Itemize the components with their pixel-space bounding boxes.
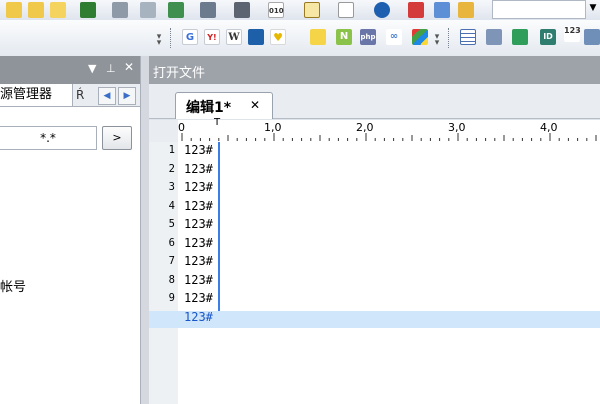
panel-header: ▼ ⊥ ✕ [0, 56, 140, 84]
ruler-label-20: 2,0 [356, 121, 374, 134]
open-folder-icon[interactable] [6, 2, 22, 18]
close-icon[interactable]: ✕ [124, 60, 134, 74]
ruler-caret-marker: T [214, 117, 221, 128]
code-line[interactable]: 123# [184, 217, 213, 231]
folder-new-icon[interactable] [50, 2, 66, 18]
save-icon[interactable] [80, 2, 96, 18]
notes-icon[interactable] [304, 2, 320, 18]
line-number: 5 [168, 218, 175, 230]
ruler-label-40: 4,0 [540, 121, 558, 134]
line-number-gutter: 12345678910 [149, 142, 179, 404]
ruler-label-0: 0 [178, 121, 185, 134]
panel-splitter[interactable] [141, 56, 149, 404]
code-line[interactable]: 123# [184, 143, 213, 157]
tab-editor-1-label: 编辑1* [186, 100, 232, 116]
toolbar-combo[interactable] [492, 0, 586, 19]
windows-icon[interactable] [412, 29, 428, 45]
code-line[interactable]: 123# [184, 291, 213, 305]
code-line[interactable]: 123# [184, 199, 213, 213]
line-number: 6 [168, 236, 175, 249]
document-tabbar: 编辑1* ✕ [149, 84, 600, 119]
grid-icon[interactable] [584, 29, 600, 45]
excel-icon[interactable] [168, 2, 184, 18]
code-line[interactable]: 123# [184, 310, 213, 324]
code-line[interactable]: 123# [184, 236, 213, 250]
sun-chart-icon[interactable] [248, 29, 264, 45]
tab-editor-1[interactable]: 编辑1* ✕ [175, 92, 273, 119]
text-caret [218, 142, 220, 311]
dropdown-arrow-icon[interactable]: ▼ [88, 62, 96, 75]
tab-close-icon[interactable]: ✕ [250, 98, 260, 112]
file-filter-input[interactable]: *.* [0, 126, 97, 150]
toolbar-grip-2[interactable] [448, 28, 451, 48]
notepad-icon[interactable]: N [336, 29, 352, 45]
globe-icon[interactable] [374, 2, 390, 18]
toolbar-grip[interactable] [170, 28, 173, 48]
print-preview-icon[interactable] [140, 2, 156, 18]
ruler-corner [149, 120, 178, 143]
folder-icon[interactable] [28, 2, 44, 18]
chevron-down-icon[interactable]: ▼ [586, 0, 600, 17]
tree-item-account[interactable]: 帐号 [0, 276, 26, 295]
ruler: 0 1,0 2,0 3,0 4,0 T [178, 117, 600, 143]
line-number: 3 [168, 181, 175, 193]
binary-icon[interactable]: 010 [268, 2, 284, 18]
scroll-left-icon[interactable]: ◀ [98, 87, 116, 105]
line-number: 2 [168, 162, 175, 175]
yahoo-icon[interactable]: Y! [204, 29, 220, 45]
toolbar-overflow-icon-2[interactable]: ▾ ▾ [434, 33, 440, 48]
code-line[interactable]: 123# [184, 273, 213, 287]
scroll-right-icon[interactable]: ▶ [118, 87, 136, 105]
code-line[interactable]: 123# [184, 180, 213, 194]
tab-file-manager-label: 源管理器 [0, 87, 53, 102]
php-icon[interactable]: php [360, 29, 376, 45]
text-editor[interactable]: 123# 123# 123# 123# 123# 123# 123# 123# 123# 123# [149, 142, 600, 404]
paste-icon[interactable] [458, 2, 474, 18]
sunrise-icon[interactable] [310, 29, 326, 45]
line-number: 8 [168, 273, 175, 286]
google-icon[interactable]: G [182, 29, 198, 45]
code-line[interactable]: 123# [184, 162, 213, 176]
id-icon[interactable]: ID [540, 29, 556, 45]
filter-go-button[interactable]: > [102, 126, 132, 150]
copy-icon[interactable] [434, 2, 450, 18]
number-format-icon[interactable]: 123 [564, 26, 581, 42]
toolbar-bottom: ▾ ▾ G Y! W ♥ N php ∞ ▾ ▾ ID 123 [0, 20, 600, 57]
line-number: 1 [168, 144, 175, 156]
wrap-icon[interactable] [234, 2, 250, 18]
print-icon[interactable] [112, 2, 128, 18]
panel-tabs: 源管理器 Ŕ ◀ ▶ [0, 84, 140, 107]
toolbar-overflow-icon[interactable]: ▾ ▾ [156, 33, 162, 48]
file-explorer-panel: ▼ ⊥ ✕ 源管理器 Ŕ ◀ ▶ *.* > 帐号 [0, 56, 141, 404]
tab-file-manager[interactable]: 源管理器 [0, 84, 73, 106]
line-number: 4 [168, 199, 175, 212]
editor-header: 打开文件 [149, 56, 600, 84]
line-number: 7 [168, 255, 175, 267]
clipboard-icon[interactable] [486, 29, 502, 45]
wikipedia-icon[interactable]: W [226, 29, 242, 45]
link-icon[interactable]: ∞ [386, 29, 402, 45]
lightbulb-icon[interactable]: ♥ [270, 29, 286, 45]
toolbar-top: 010 ▼ [0, 0, 600, 21]
line-number: 9 [168, 292, 175, 304]
editor-header-title: 打开文件 [153, 66, 206, 81]
cut-icon[interactable] [408, 2, 424, 18]
refresh-icon[interactable] [512, 29, 528, 45]
tab-next[interactable]: Ŕ [76, 84, 94, 106]
list-icon[interactable] [200, 2, 216, 18]
ruler-label-10: 1,0 [264, 121, 282, 134]
ruler-label-30: 3,0 [448, 121, 466, 134]
pin-icon[interactable]: ⊥ [106, 62, 116, 75]
table-icon[interactable] [460, 29, 476, 45]
code-line[interactable]: 123# [184, 254, 213, 268]
ruler-ticks [181, 133, 597, 141]
current-line-highlight [149, 310, 600, 328]
page-icon[interactable] [338, 2, 354, 18]
